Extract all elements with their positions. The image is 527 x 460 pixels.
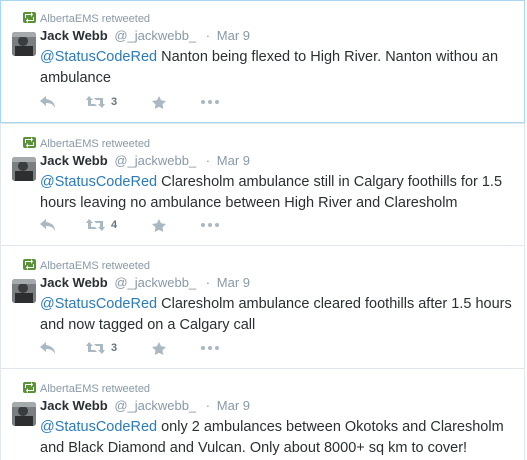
more-icon — [201, 100, 219, 104]
favorite-button[interactable] — [152, 94, 166, 110]
retweet-badge-icon — [23, 259, 36, 270]
timeline: AlbertaEMS retweeted Jack Webb @_jackweb… — [0, 0, 527, 460]
favorite-button[interactable] — [152, 340, 166, 356]
retweet-badge-icon — [23, 382, 36, 393]
retweet-count: 4 — [111, 219, 118, 231]
separator: · — [205, 153, 211, 168]
tweet-header: Jack Webb @_jackwebb_ · Mar 9 — [40, 153, 250, 168]
tweet-text: @StatusCodeRed Claresholm ambulance clea… — [40, 294, 518, 336]
tweet-header: Jack Webb @_jackwebb_ · Mar 9 — [40, 28, 250, 43]
separator: · — [205, 275, 211, 290]
author-handle[interactable]: @_jackwebb_ — [114, 398, 196, 413]
retweet-button[interactable]: 3 — [86, 340, 117, 356]
star-icon — [152, 218, 166, 232]
star-icon — [152, 341, 166, 355]
retweet-button[interactable]: 4 — [86, 217, 117, 233]
mention-link[interactable]: @StatusCodeRed — [40, 296, 157, 312]
mention-link[interactable]: @StatusCodeRed — [40, 419, 157, 435]
author-name[interactable]: Jack Webb — [40, 398, 108, 413]
tweet[interactable]: AlbertaEMS retweeted Jack Webb @_jackweb… — [0, 368, 525, 460]
tweet-text: @StatusCodeRed Nanton being flexed to Hi… — [40, 47, 518, 89]
reply-icon — [40, 96, 55, 108]
retweet-context: AlbertaEMS retweeted — [23, 12, 150, 25]
retweet-context: AlbertaEMS retweeted — [23, 259, 150, 272]
tweet-header: Jack Webb @_jackwebb_ · Mar 9 — [40, 398, 250, 413]
retweeted-by[interactable]: AlbertaEMS retweeted — [40, 383, 150, 395]
avatar[interactable] — [12, 279, 36, 303]
mention-link[interactable]: @StatusCodeRed — [40, 174, 157, 190]
retweet-context: AlbertaEMS retweeted — [23, 382, 150, 395]
retweeted-by[interactable]: AlbertaEMS retweeted — [40, 13, 150, 25]
timestamp[interactable]: Mar 9 — [217, 275, 250, 290]
retweet-count: 3 — [111, 96, 118, 108]
author-handle[interactable]: @_jackwebb_ — [114, 28, 196, 43]
separator: · — [205, 28, 211, 43]
timestamp[interactable]: Mar 9 — [217, 153, 250, 168]
retweet-button[interactable]: 3 — [86, 94, 117, 110]
tweet[interactable]: AlbertaEMS retweeted Jack Webb @_jackweb… — [0, 123, 525, 246]
avatar[interactable] — [12, 157, 36, 181]
retweet-count: 3 — [111, 342, 118, 354]
retweet-icon — [86, 96, 105, 108]
author-handle[interactable]: @_jackwebb_ — [114, 275, 196, 290]
tweet[interactable]: AlbertaEMS retweeted Jack Webb @_jackweb… — [0, 0, 525, 123]
tweet-header: Jack Webb @_jackwebb_ · Mar 9 — [40, 275, 250, 290]
tweet-text: @StatusCodeRed only 2 ambulances between… — [40, 417, 518, 459]
retweeted-by[interactable]: AlbertaEMS retweeted — [40, 138, 150, 150]
more-button[interactable] — [201, 340, 219, 356]
more-button[interactable] — [201, 217, 219, 233]
avatar[interactable] — [12, 402, 36, 426]
retweet-badge-icon — [23, 137, 36, 148]
author-name[interactable]: Jack Webb — [40, 275, 108, 290]
timestamp[interactable]: Mar 9 — [217, 28, 250, 43]
reply-icon — [40, 219, 55, 231]
tweet[interactable]: AlbertaEMS retweeted Jack Webb @_jackweb… — [0, 245, 525, 369]
more-icon — [201, 346, 219, 350]
reply-icon — [40, 342, 55, 354]
retweet-icon — [86, 342, 105, 354]
author-handle[interactable]: @_jackwebb_ — [114, 153, 196, 168]
avatar[interactable] — [12, 32, 36, 56]
author-name[interactable]: Jack Webb — [40, 153, 108, 168]
retweet-badge-icon — [23, 12, 36, 23]
author-name[interactable]: Jack Webb — [40, 28, 108, 43]
star-icon — [152, 95, 166, 109]
retweeted-by[interactable]: AlbertaEMS retweeted — [40, 260, 150, 272]
retweet-context: AlbertaEMS retweeted — [23, 137, 150, 150]
timestamp[interactable]: Mar 9 — [217, 398, 250, 413]
reply-button[interactable] — [40, 94, 56, 110]
tweet-text: @StatusCodeRed Claresholm ambulance stil… — [40, 172, 518, 214]
mention-link[interactable]: @StatusCodeRed — [40, 49, 157, 65]
more-button[interactable] — [201, 94, 219, 110]
favorite-button[interactable] — [152, 217, 166, 233]
reply-button[interactable] — [40, 340, 56, 356]
reply-button[interactable] — [40, 217, 56, 233]
more-icon — [201, 223, 219, 227]
separator: · — [205, 398, 211, 413]
retweet-icon — [86, 219, 105, 231]
